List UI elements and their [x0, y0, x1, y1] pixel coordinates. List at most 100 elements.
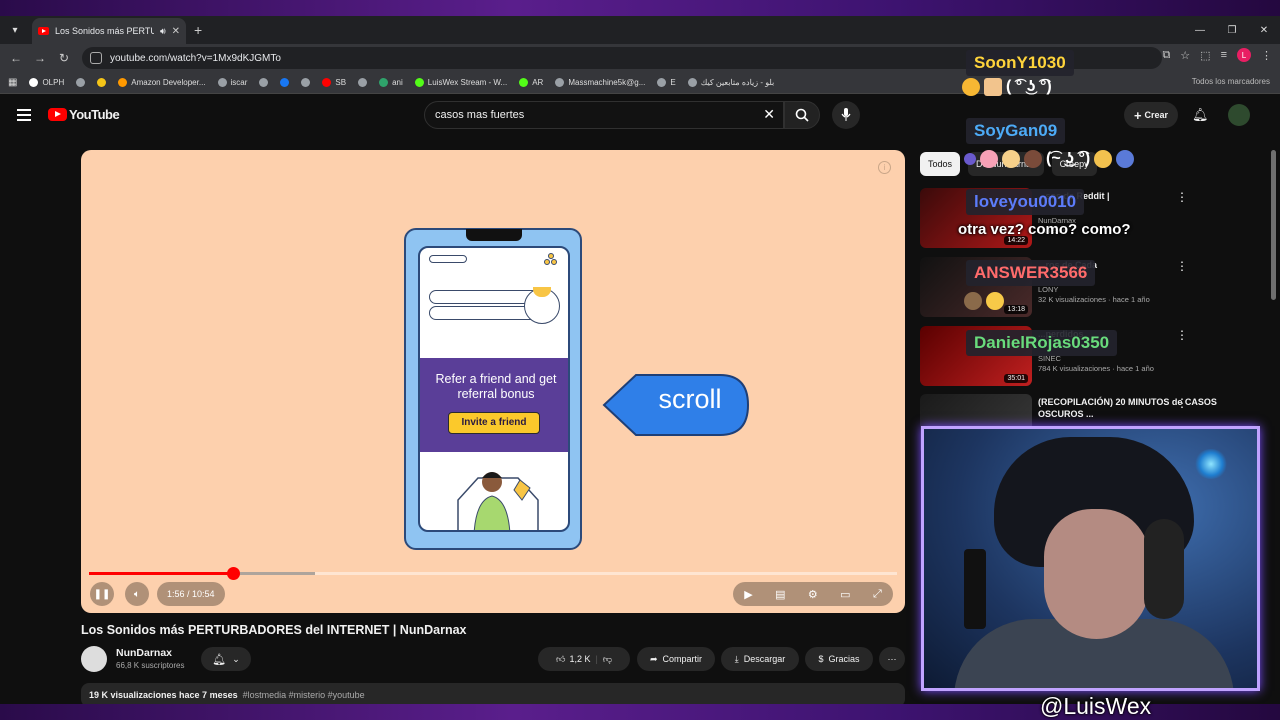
notifications-bell-icon[interactable]: 🔔︎: [1192, 107, 1209, 123]
youtube-logo-text: YouTube: [69, 107, 120, 122]
bookmark-item[interactable]: E: [657, 78, 676, 87]
phone-notch: [466, 229, 522, 241]
chat-message: otra vez? como? como?: [958, 221, 1131, 238]
download-button[interactable]: ⤓ Descargar: [721, 647, 799, 671]
flushed-emoji-icon: [986, 292, 1004, 310]
more-options-icon[interactable]: ⋮: [1176, 328, 1188, 342]
bookmark-item[interactable]: بلو - زياده متابعين كيك: [687, 78, 775, 87]
video-title[interactable]: (RECOPILACIÓN) 20 MINUTOS de CASOS OSCUR…: [1038, 396, 1218, 420]
bookmark-star-icon[interactable]: ☆: [1180, 49, 1190, 62]
referral-text: Refer a friend and get referral bonus: [435, 372, 557, 401]
autoplay-toggle-icon[interactable]: ▶: [744, 588, 752, 601]
page-scrollbar[interactable]: [1271, 150, 1276, 300]
youtube-header: YouTube casos mas fuertes ✕ + Crear 🔔︎: [0, 97, 1280, 135]
apps-icon[interactable]: ▦: [8, 77, 17, 88]
globe-icon: [358, 78, 368, 87]
site-info-icon[interactable]: [90, 52, 102, 64]
bookmark-item[interactable]: LuisWex Stream - W...: [414, 78, 507, 87]
search-input[interactable]: casos mas fuertes ✕: [424, 101, 784, 129]
thumbs-down-icon[interactable]: 👎︎: [603, 654, 612, 665]
hashtags[interactable]: #lostmedia #misterio #youtube: [243, 690, 365, 700]
bookmark-item[interactable]: OLPH: [29, 78, 64, 87]
subscription-bell-button[interactable]: 🔔︎ ⌄: [201, 647, 251, 671]
headset: [1144, 519, 1184, 619]
bookmark-item[interactable]: [280, 78, 290, 87]
player-right-controls: ▶ ▤ ⚙ ▭ ⤢: [733, 582, 893, 606]
forward-icon[interactable]: →: [28, 51, 52, 65]
channel-avatar[interactable]: [81, 646, 107, 672]
clear-search-icon[interactable]: ✕: [763, 106, 775, 123]
baby-emoji-icon: [1002, 150, 1020, 168]
bookmark-label: OLPH: [42, 78, 65, 87]
progress-bar[interactable]: [89, 567, 897, 580]
more-options-icon[interactable]: ⋮: [1176, 190, 1188, 204]
install-icon[interactable]: ⧉: [1162, 49, 1170, 62]
bookmark-item[interactable]: [301, 78, 311, 87]
globe-icon: [259, 78, 269, 87]
tab-search-icon[interactable]: ▾: [4, 19, 26, 41]
back-icon[interactable]: ←: [4, 51, 28, 65]
bookmark-item[interactable]: [259, 78, 269, 87]
channel-name: LONY: [1038, 285, 1059, 294]
media-icon[interactable]: ≡: [1221, 49, 1227, 61]
reload-icon[interactable]: ↻: [52, 51, 76, 65]
chat-emote-row: (͡~ ͜ʖ ͡°): [964, 150, 1135, 168]
tab-youtube[interactable]: Los Sonidos más PERTURBA 🔊︎ ✕: [32, 18, 186, 44]
referral-banner: Refer a friend and get referral bonus In…: [420, 358, 568, 452]
window-close-icon[interactable]: ✕: [1248, 16, 1280, 44]
streamer-watermark: @LuisWex: [1040, 693, 1152, 719]
new-tab-icon[interactable]: +: [194, 22, 202, 38]
bookmark-item[interactable]: [76, 78, 86, 87]
user-avatar[interactable]: [1228, 104, 1250, 126]
bookmark-item[interactable]: [97, 78, 107, 87]
menu-icon[interactable]: ⋮: [1261, 49, 1272, 62]
search-icon: [795, 108, 809, 122]
info-icon[interactable]: i: [878, 161, 891, 174]
subscriber-count: 66,8 K suscriptores: [116, 661, 185, 670]
voice-search-button[interactable]: [832, 101, 860, 129]
theater-mode-icon[interactable]: ▭: [840, 588, 850, 601]
microphone-icon: [841, 108, 851, 121]
settings-gear-icon[interactable]: ⚙: [808, 588, 818, 601]
search-button[interactable]: [784, 101, 820, 129]
youtube-logo[interactable]: YouTube: [48, 107, 120, 122]
more-options-icon[interactable]: ⋮: [1176, 259, 1188, 273]
create-button[interactable]: + Crear: [1124, 102, 1178, 128]
like-button[interactable]: 👍︎ 1,2 K: [556, 654, 590, 665]
profile-avatar[interactable]: L: [1237, 48, 1251, 62]
more-options-icon[interactable]: ⋮: [1176, 396, 1188, 410]
filter-chip[interactable]: Todos: [920, 152, 961, 176]
download-icon: ⤓: [734, 653, 739, 664]
volume-button[interactable]: 🔈︎: [125, 582, 149, 606]
thanks-button[interactable]: $ Gracias: [805, 647, 873, 671]
channel-name[interactable]: NunDarnax: [116, 647, 172, 659]
angry-emoji-icon: [962, 78, 980, 96]
minimize-icon[interactable]: —: [1184, 16, 1216, 44]
bookmark-item[interactable]: SB: [322, 78, 346, 87]
fullscreen-icon[interactable]: ⤢: [873, 588, 882, 601]
tab-close-icon[interactable]: ✕: [172, 26, 180, 37]
screen-bar: [429, 306, 539, 320]
like-count: 1,2 K: [569, 653, 591, 664]
share-button[interactable]: ➦ Compartir: [637, 647, 715, 671]
chat-username: SoyGan09: [966, 118, 1066, 144]
bookmark-item[interactable]: iscar: [217, 78, 247, 87]
views-date: 19 K visualizaciones hace 7 meses: [89, 690, 238, 700]
pause-button[interactable]: ❚❚: [90, 582, 114, 606]
extensions-icon[interactable]: ⬚: [1200, 49, 1210, 62]
chat-message-2: (͡~ ͜ʖ ͡°): [1046, 150, 1091, 167]
bookmark-item[interactable]: Massmachine5k@g...: [555, 78, 645, 87]
restore-icon[interactable]: ❐: [1216, 16, 1248, 44]
bookmark-item[interactable]: Amazon Developer...: [118, 78, 206, 87]
bookmark-item[interactable]: AR: [519, 78, 543, 87]
hamburger-menu-icon[interactable]: [17, 109, 31, 121]
all-bookmarks[interactable]: Todos los marcadores: [1192, 77, 1270, 86]
video-player[interactable]: i Refer a friend and get referral bonus …: [81, 150, 905, 613]
amazon-icon: [118, 78, 128, 87]
more-actions-icon[interactable]: ⋯: [879, 647, 905, 671]
progress-scrubber[interactable]: [226, 567, 240, 580]
subtitles-icon[interactable]: ▤: [775, 588, 785, 601]
bookmark-item[interactable]: ani: [379, 78, 403, 87]
bookmark-item[interactable]: [358, 78, 368, 87]
bookmark-label: بلو - زياده متابعين كيك: [700, 78, 775, 87]
